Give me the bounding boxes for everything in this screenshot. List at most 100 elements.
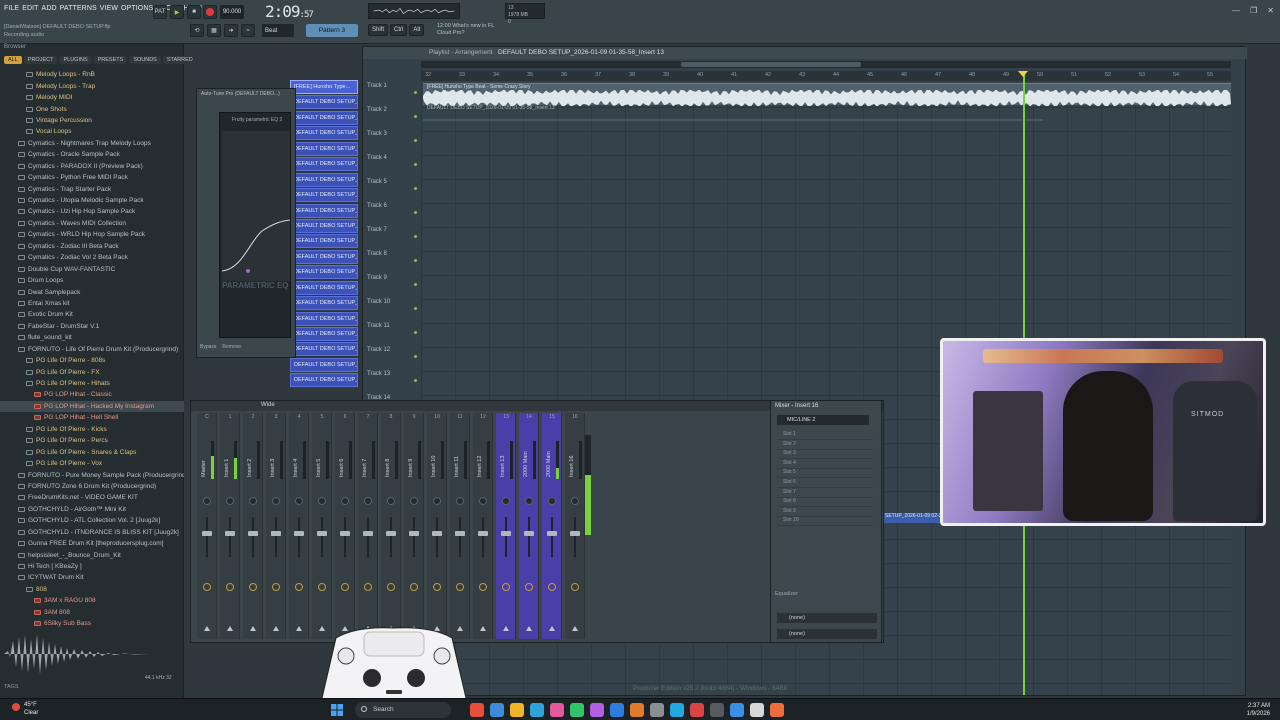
volume-fader[interactable] [271,517,281,557]
browser-tab-presets[interactable]: PRESETS [93,56,128,64]
fader-cap[interactable] [570,531,580,536]
browser-item[interactable]: Cymatics - Zodiac Vol 2 Beta Pack [0,252,184,263]
mixer-strip[interactable]: 9 Insert 9 [404,413,424,639]
track-header[interactable]: Track 1 [367,83,419,107]
pan-knob[interactable] [226,497,234,505]
taskbar-app-icon[interactable] [670,703,684,717]
effect-slot[interactable]: Slot 8 [777,498,873,508]
browser-item[interactable]: Cymatics - Python Free MIDI Pack [0,172,184,183]
channel-button[interactable]: DEFAULT DEBO SETUP_202... [290,342,358,357]
volume-fader[interactable] [202,517,212,557]
browser-item[interactable]: PG LOP Hihat - Classic [0,389,184,400]
stereo-separation-knob[interactable] [318,583,326,591]
channel-button[interactable]: DEFAULT DEBO SETUP_202... [290,141,358,156]
stereo-separation-knob[interactable] [295,583,303,591]
browser-item[interactable]: ICYTWAT Drum Kit [0,572,184,583]
taskbar-app-icon[interactable] [770,703,784,717]
pan-knob[interactable] [364,497,372,505]
track-mute-led[interactable] [414,115,417,118]
pan-knob[interactable] [410,497,418,505]
stereo-separation-knob[interactable] [272,583,280,591]
fader-cap[interactable] [432,531,442,536]
browser-item[interactable]: PG Life Of Pierre - Percs [0,435,184,446]
pan-knob[interactable] [548,497,556,505]
track-mute-led[interactable] [414,355,417,358]
browser-item[interactable]: GOTHCHYLD - ATL Collection Vol. 2 [Juug2… [0,515,184,526]
route-arrow-icon[interactable] [572,626,578,631]
stop-button[interactable]: ■ [187,5,201,19]
route-arrow-icon[interactable] [204,626,210,631]
route-arrow-icon[interactable] [296,626,302,631]
browser-tab-sounds[interactable]: SOUNDS [129,56,161,64]
browser-item[interactable]: Melody MIDI [0,92,184,103]
browser-item[interactable]: Dwat Samplepack [0,286,184,297]
browser-item[interactable]: Cymatics - Nightmares Trap Melody Loops [0,138,184,149]
minimize-icon[interactable]: — [1232,6,1240,15]
track-header[interactable]: Track 7 [367,227,419,251]
channel-button[interactable]: DEFAULT DEBO SETUP_202... [290,95,358,110]
taskbar-app-icon[interactable] [630,703,644,717]
fader-cap[interactable] [225,531,235,536]
snap-icon[interactable]: ⟲ [190,24,204,37]
mixer-strip[interactable]: C Master [197,413,217,639]
stereo-separation-knob[interactable] [479,583,487,591]
taskbar-app-icon[interactable] [510,703,524,717]
taskbar-app-icon[interactable] [650,703,664,717]
taskbar-app-icon[interactable] [710,703,724,717]
volume-fader[interactable] [294,517,304,557]
browser-item[interactable]: 6Silky Sub Bass [0,618,184,629]
effect-slot[interactable]: Slot 2 [777,441,873,450]
mixer-view-mode[interactable]: Wide [261,402,275,408]
taskbar-app-icon[interactable] [470,703,484,717]
channel-button[interactable]: DEFAULT DEBO SETUP_202... [290,311,358,326]
track-header[interactable]: Track 5 [367,179,419,203]
arrow-icon[interactable]: ➜ [224,24,238,37]
browser-item[interactable]: Cymatics - PARADOX II (Preview Pack) [0,161,184,172]
browser-item[interactable]: FreeDrumKits.net - VIDEO GAME KIT [0,492,184,503]
browser-tab-starred[interactable]: STARRED [162,56,197,64]
pan-knob[interactable] [272,497,280,505]
route-arrow-icon[interactable] [526,626,532,631]
fader-cap[interactable] [202,531,212,536]
mixer-strip[interactable]: 11 Insert 11 [450,413,470,639]
fader-cap[interactable] [409,531,419,536]
stereo-separation-knob[interactable] [364,583,372,591]
track-header[interactable]: Track 4 [367,155,419,179]
browser-item[interactable]: 808 [0,584,184,595]
browser-item[interactable]: Cymatics - Utopia Melodic Sample Pack [0,195,184,206]
channel-button[interactable]: DEFAULT DEBO SETUP_202... [290,280,358,295]
browser-item[interactable]: FORNUTO Zone 6 Drum Kit (Producergrind) [0,481,184,492]
track-header[interactable]: Track 11 [367,323,419,347]
volume-fader[interactable] [570,517,580,557]
track-header[interactable]: Track 13 [367,371,419,395]
channel-button[interactable]: DEFAULT DEBO SETUP_202... [290,218,358,233]
stereo-separation-knob[interactable] [548,583,556,591]
track-mute-led[interactable] [414,235,417,238]
route-arrow-icon[interactable] [503,626,509,631]
fader-cap[interactable] [248,531,258,536]
parametric-eq-window[interactable]: Fruity parametric EQ 2 PARAMETRIC EQ [219,112,291,338]
effect-slot[interactable]: Slot 6 [777,479,873,488]
stereo-separation-knob[interactable] [502,583,510,591]
pan-knob[interactable] [479,497,487,505]
weather-widget[interactable]: 45°F Clear [24,701,38,717]
browser-item[interactable]: PG Life Of Pierre - Hihats [0,378,184,389]
channel-button[interactable]: DEFAULT DEBO SETUP_202... [290,157,358,172]
browser-item[interactable]: One Shots [0,103,184,114]
taskbar-app-icon[interactable] [590,703,604,717]
track-mute-led[interactable] [414,379,417,382]
fader-cap[interactable] [478,531,488,536]
fader-cap[interactable] [294,531,304,536]
snap-select[interactable]: Beat [262,24,294,37]
pan-knob[interactable] [341,497,349,505]
channel-button[interactable]: DEFAULT DEBO SETUP_202... [290,234,358,249]
mixer-strip[interactable]: 3 Insert 3 [266,413,286,639]
browser-item[interactable]: 3AM x RAGU 808 [0,595,184,606]
pan-knob[interactable] [249,497,257,505]
browser-item[interactable]: Melody Loops - RnB [0,69,184,80]
mixer-strip[interactable]: 5 Insert 5 [312,413,332,639]
browser-item[interactable]: Vintage Percussion [0,115,184,126]
channel-button[interactable]: DEFAULT DEBO SETUP_202... [290,265,358,280]
stereo-separation-knob[interactable] [433,583,441,591]
volume-fader[interactable] [248,517,258,557]
